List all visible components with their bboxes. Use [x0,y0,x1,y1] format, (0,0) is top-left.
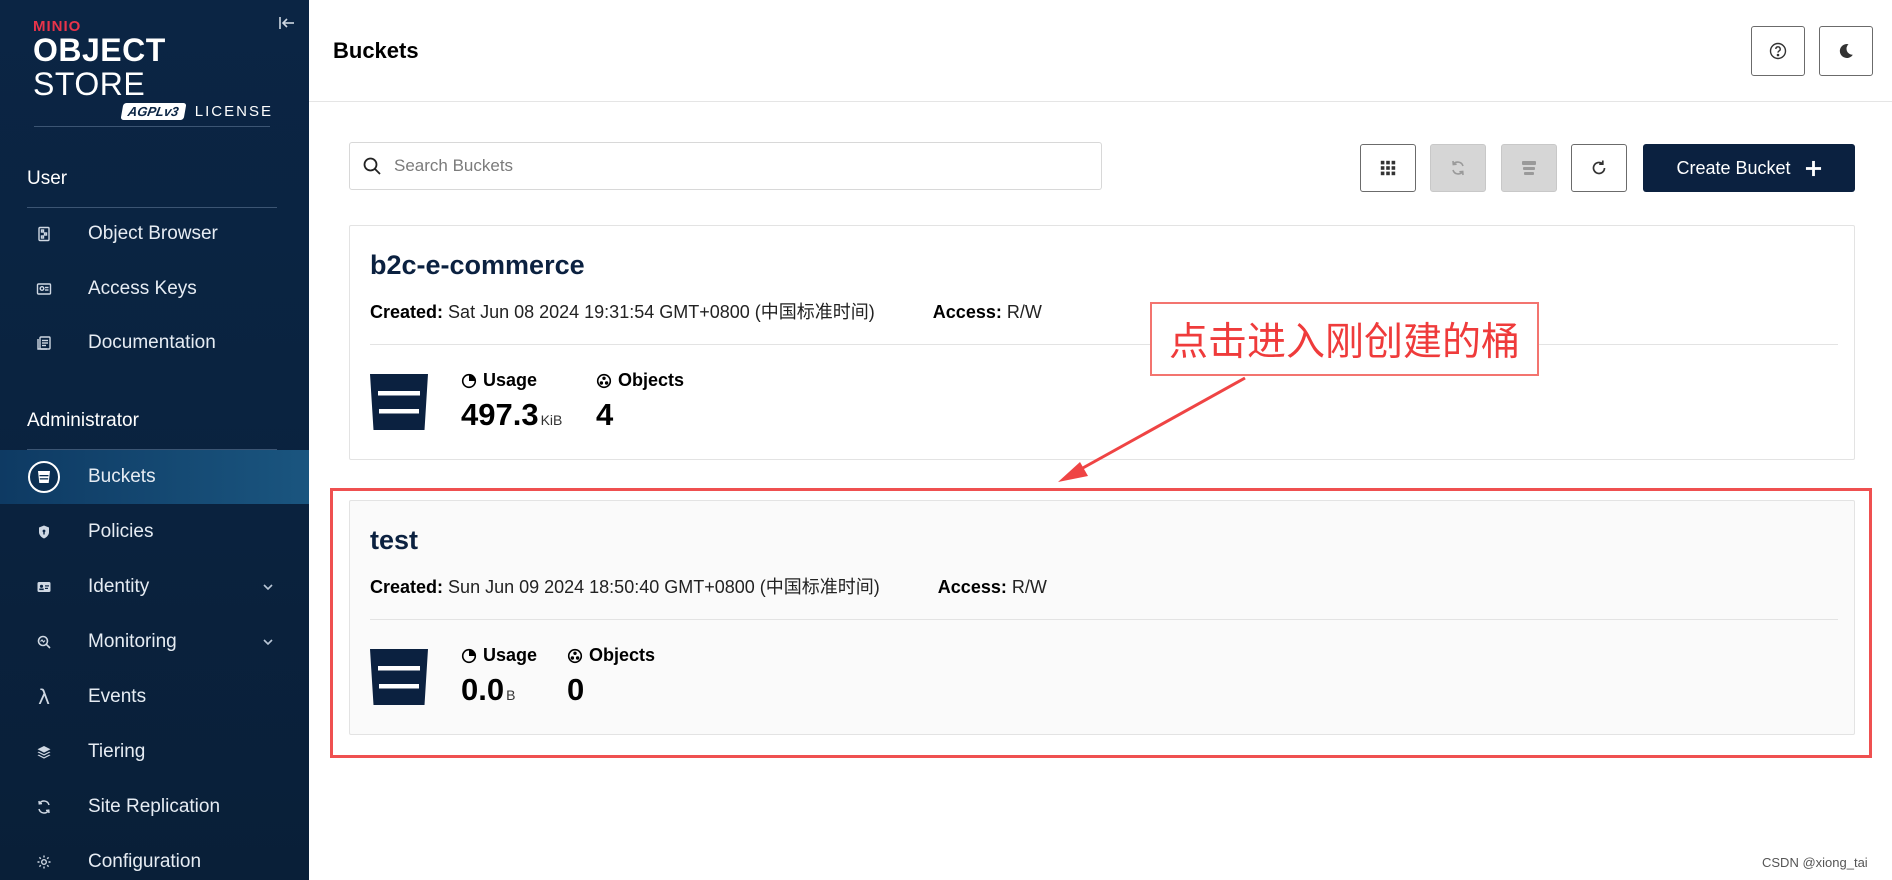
collapse-sidebar-icon[interactable] [278,14,296,32]
sidebar-item-object-browser[interactable]: Object Browser [0,207,309,261]
gear-icon [28,846,60,878]
sidebar-item-label: Tiering [88,741,146,762]
sidebar-item-monitoring[interactable]: Monitoring [0,615,309,669]
lifecycle-icon [1522,161,1536,175]
sidebar-item-policies[interactable]: Policies [0,505,309,559]
search-box [349,142,1102,190]
search-icon [362,156,382,176]
sidebar-item-events[interactable]: λ Events [0,670,309,724]
access-label: Access: [932,302,1002,322]
sidebar-item-label: Identity [88,576,150,597]
objects-icon [596,373,612,388]
bucket-meta: Created: Sat Jun 08 2024 19:31:54 GMT+08… [370,298,1042,324]
sidebar-item-identity[interactable]: Identity [0,560,309,614]
sidebar-item-label: Documentation [88,332,216,353]
app-window: MINIO OBJECT STORE AGPLv3 LICENSE User O… [0,0,1892,880]
object-browser-icon [28,218,60,250]
refresh-button[interactable] [1571,144,1627,192]
access-value: R/W [1006,302,1042,322]
chevron-down-icon[interactable] [258,577,278,597]
pie-chart-icon [461,373,477,388]
bucket-name[interactable]: b2c-e-commerce [370,250,585,281]
plus-icon [1805,160,1821,176]
logo-title-bold: OBJECT [33,32,166,68]
replication-icon [28,791,60,823]
grid-icon [1380,160,1396,176]
bucket-divider [370,344,1838,345]
usage-label: Usage [483,370,538,390]
bucket-icon [370,372,428,432]
agpl-badge: AGPLv3 [120,103,187,120]
sidebar-item-site-replication[interactable]: Site Replication [0,780,309,834]
sidebar-item-access-keys[interactable]: Access Keys [0,262,309,316]
objects-label: Objects [618,370,685,390]
minio-logo: MINIO OBJECT STORE AGPLv3 LICENSE [33,18,273,120]
dark-mode-button[interactable] [1819,26,1873,76]
sidebar: MINIO OBJECT STORE AGPLv3 LICENSE User O… [0,0,309,880]
page-header: Buckets [309,0,1892,102]
page-title: Buckets [333,38,419,63]
logo-subtitle: AGPLv3 LICENSE [33,103,273,120]
sidebar-item-documentation[interactable]: Documentation [0,316,309,370]
replication-icon [1452,160,1464,176]
set-lifecycle-button[interactable] [1501,144,1557,192]
bucket-icon [28,461,60,493]
view-grid-button[interactable] [1360,144,1416,192]
sidebar-item-configuration[interactable]: Configuration [0,835,309,880]
usage-value: 497.3 [461,397,539,432]
sidebar-item-tiering[interactable]: Tiering [0,725,309,779]
section-title-administrator: Administrator [27,410,139,431]
created-label: Created: [370,302,444,322]
sidebar-item-label: Monitoring [88,631,177,652]
objects-value: 4 [596,397,614,432]
documentation-icon [28,327,60,359]
annotation-highlight-frame [330,488,1872,758]
license-label: LICENSE [194,103,273,120]
bucket-card-b2c-e-commerce[interactable]: b2c-e-commerce Created: Sat Jun 08 2024 … [349,225,1855,460]
logo-divider [34,126,270,127]
sidebar-item-label: Configuration [88,851,202,872]
logo-title: OBJECT STORE [33,33,273,101]
refresh-icon [1592,160,1606,175]
sidebar-item-label: Object Browser [88,223,218,244]
shield-icon [28,516,60,548]
sidebar-item-label: Access Keys [88,278,197,299]
chevron-down-icon[interactable] [258,632,278,652]
create-bucket-label: Create Bucket [1676,157,1791,178]
sidebar-item-label: Buckets [88,466,156,487]
sidebar-item-label: Site Replication [88,796,221,817]
created-value: Sat Jun 08 2024 19:31:54 GMT+0800 (中国标准时… [448,302,875,322]
watermark: CSDN @xiong_tai [1762,855,1868,870]
set-replication-button[interactable] [1430,144,1486,192]
help-icon [1769,42,1787,60]
monitoring-icon [28,626,60,658]
logo-title-thin: STORE [33,66,146,102]
help-button[interactable] [1751,26,1805,76]
annotation-callout: 点击进入刚创建的桶 [1150,302,1539,376]
lambda-icon: λ [38,685,50,709]
section-title-user: User [27,168,68,189]
objects-stat: Objects 4 [596,370,684,433]
identity-icon [28,571,60,603]
layers-icon [28,736,60,768]
sidebar-item-buckets[interactable]: Buckets [0,450,309,504]
sidebar-item-label: Policies [88,521,154,542]
usage-stat: Usage 497.3 KiB [461,370,562,433]
search-input[interactable] [394,143,1094,189]
moon-icon [1839,44,1853,59]
create-bucket-button[interactable]: Create Bucket [1643,144,1855,192]
usage-unit: KiB [540,412,563,428]
access-keys-icon [28,273,60,305]
sidebar-item-label: Events [88,686,147,707]
